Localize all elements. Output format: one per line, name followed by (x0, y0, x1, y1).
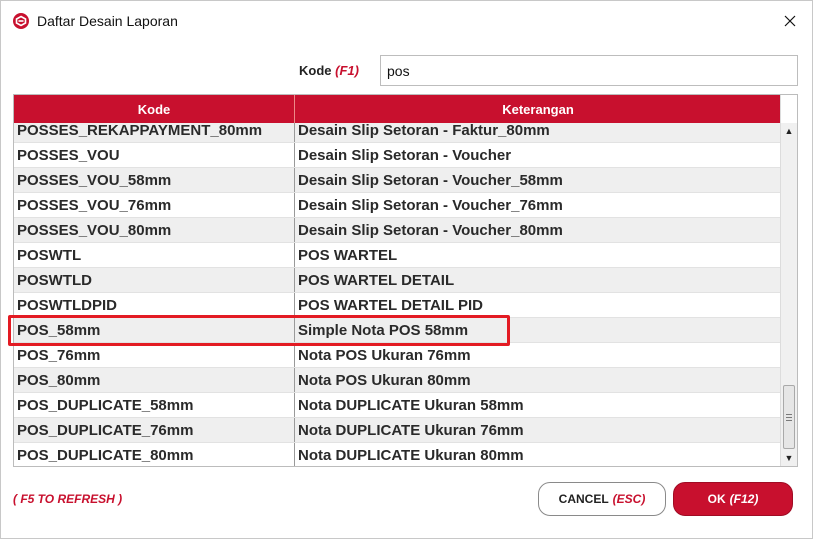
table-row[interactable]: POSSES_VOU_80mm Desain Slip Setoran - Vou… (14, 218, 781, 243)
cell-keterangan: Simple Nota POS 58mm (298, 321, 469, 339)
cell-keterangan: Nota DUPLICATE Ukuran 58mm (298, 396, 524, 414)
table-row[interactable]: POSSES_VOU_58mm Desain Slip Setoran - Vou… (14, 168, 781, 193)
cell-keterangan: Nota POS Ukuran 76mm (298, 346, 471, 364)
arrow-down-icon: ▼ (784, 453, 794, 463)
cancel-shortcut: (ESC) (612, 492, 646, 506)
cell-kode: POS_76mm (14, 343, 295, 367)
cell-kode: POS_DUPLICATE_58mm (14, 393, 295, 417)
table-row[interactable]: POS_76mm Nota POS Ukuran 76mm (14, 343, 781, 368)
cancel-button[interactable]: CANCEL (ESC) (538, 482, 666, 516)
cell-keterangan: Desain Slip Setoran - Voucher_80mm (298, 221, 563, 239)
cell-kode: POS_58mm (14, 318, 295, 342)
table-row[interactable]: POSWTL POS WARTEL (14, 243, 781, 268)
table-row[interactable]: POSWTLD POS WARTEL DETAIL (14, 268, 781, 293)
table-row[interactable]: POS_58mm Simple Nota POS 58mm (14, 318, 781, 343)
arrow-up-icon: ▲ (784, 126, 794, 136)
grip-line (786, 413, 792, 415)
window-title: Daftar Desain Laporan (37, 13, 178, 29)
refresh-hint: ( F5 TO REFRESH ) (13, 492, 123, 506)
table-row[interactable]: POS_80mm Nota POS Ukuran 80mm (14, 368, 781, 393)
table-row[interactable]: POS_DUPLICATE_76mm Nota DUPLICATE Ukuran … (14, 418, 781, 443)
table-row[interactable]: POSWTLDPID POS WARTEL DETAIL PID (14, 293, 781, 318)
scroll-down-button[interactable]: ▼ (781, 450, 797, 466)
cell-keterangan: POS WARTEL (298, 246, 398, 264)
cell-kode: POS_DUPLICATE_80mm (14, 443, 295, 466)
table-row[interactable]: POS_DUPLICATE_58mm Nota DUPLICATE Ukuran … (14, 393, 781, 418)
dialog-window: Daftar Desain Laporan Kode (F1) POSSES_R… (0, 0, 813, 539)
column-header-keterangan[interactable]: Keterangan (295, 95, 781, 123)
scroll-thumb[interactable] (783, 385, 795, 449)
cell-kode: POS_DUPLICATE_76mm (14, 418, 295, 442)
cell-kode: POS_80mm (14, 368, 295, 392)
cell-kode: POSWTLDPID (14, 293, 295, 317)
cell-keterangan: Nota DUPLICATE Ukuran 76mm (298, 421, 524, 439)
cell-keterangan: Desain Slip Setoran - Voucher (298, 146, 512, 164)
cancel-label: CANCEL (558, 492, 609, 506)
table-header: Kode Keterangan (14, 95, 781, 123)
ok-button[interactable]: OK (F12) (673, 482, 793, 516)
cell-keterangan: Desain Slip Setoran - Voucher_76mm (298, 196, 563, 214)
search-shortcut: (F1) (335, 63, 359, 78)
column-header-kode[interactable]: Kode (14, 95, 295, 123)
table-row[interactable]: POSSES_VOU_76mm Desain Slip Setoran - Vou… (14, 193, 781, 218)
close-button[interactable] (772, 5, 808, 37)
ok-shortcut: (F12) (729, 492, 759, 506)
title-bar: Daftar Desain Laporan (1, 1, 812, 41)
cell-keterangan: POS WARTEL DETAIL (298, 271, 455, 289)
search-input[interactable] (380, 55, 798, 86)
cell-kode: POSSES_VOU_76mm (14, 193, 295, 217)
grip-line (786, 416, 792, 418)
scrollbar-corner (780, 95, 797, 123)
vertical-scrollbar[interactable]: ▲ ▼ (780, 123, 797, 466)
grip-line (786, 419, 792, 421)
search-label: Kode (F1) (299, 63, 359, 78)
table-body: POSSES_REKAPPAYMENT_80mm Desain Slip Seto… (14, 118, 781, 466)
cell-keterangan: POS WARTEL DETAIL PID (298, 296, 484, 314)
report-design-table: POSSES_REKAPPAYMENT_80mm Desain Slip Seto… (13, 94, 798, 467)
table-row[interactable]: POS_DUPLICATE_80mm Nota DUPLICATE Ukuran … (14, 443, 781, 466)
cell-kode: POSWTLD (14, 268, 295, 292)
search-label-text: Kode (299, 63, 332, 78)
scroll-up-button[interactable]: ▲ (781, 123, 797, 139)
cell-keterangan: Desain Slip Setoran - Voucher_58mm (298, 171, 563, 189)
cell-keterangan: Nota DUPLICATE Ukuran 80mm (298, 446, 524, 464)
table-row[interactable]: POSSES_VOU Desain Slip Setoran - Voucher (14, 143, 781, 168)
cell-kode: POSSES_VOU_58mm (14, 168, 295, 192)
cell-kode: POSSES_VOU (14, 143, 295, 167)
cell-kode: POSWTL (14, 243, 295, 267)
ok-label: OK (707, 492, 726, 506)
cell-kode: POSSES_VOU_80mm (14, 218, 295, 242)
close-icon (784, 15, 796, 27)
cell-keterangan: Nota POS Ukuran 80mm (298, 371, 471, 389)
app-logo-icon (13, 13, 29, 29)
